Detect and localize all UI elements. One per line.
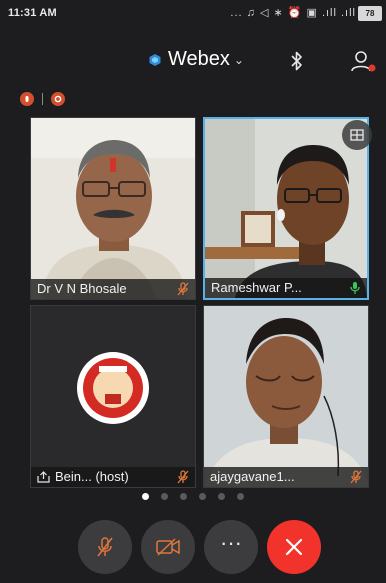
participant-name-bar: ajaygavane1... [204,467,368,487]
status-time: 11:31 AM [8,7,57,19]
video-off-icon [156,538,180,556]
video-tile[interactable]: Dr V N Bhosale [30,117,196,300]
mic-muted-icon [177,470,189,484]
page-dot[interactable] [199,493,206,500]
participant-name-bar: Rameshwar P... [205,278,367,298]
app-switcher[interactable]: Webex ⌄ [148,48,244,71]
participant-video [205,119,367,298]
end-call-button[interactable] [267,520,321,574]
page-dot[interactable] [218,493,225,500]
video-tile-active-speaker[interactable]: Rameshwar P... [203,117,369,300]
video-button[interactable] [141,520,195,574]
page-dot[interactable] [161,493,168,500]
participant-video [31,118,195,299]
divider [42,93,43,105]
mic-active-icon [350,282,360,294]
app-name: Webex [168,48,230,70]
grid-layout-icon [350,129,364,141]
more-icon: ··· [220,530,242,555]
mic-muted-icon [350,470,362,484]
participant-name: Dr V N Bhosale [37,281,127,296]
page-dot[interactable] [237,493,244,500]
meeting-header: Webex ⌄ [0,40,386,82]
mute-button[interactable] [78,520,132,574]
chevron-down-icon: ⌄ [233,52,244,67]
layout-switch-button[interactable] [342,120,372,150]
participant-name-bar: Dr V N Bhosale [31,279,195,299]
webex-meeting-screen: 11:31 AM ... ♫ ◁ ∗ ⏰ ▣ .ıll .ıll 78 Webe… [0,0,386,583]
status-indicators: ... ♫ ◁ ∗ ⏰ ▣ .ıll .ıll [230,7,356,19]
video-tile[interactable]: ajaygavane1... [203,305,369,488]
webex-logo-icon [149,53,161,66]
participants-icon[interactable] [351,50,377,74]
participant-name: ajaygavane1... [210,469,295,484]
page-dot-active[interactable] [142,493,149,500]
close-icon [285,538,303,556]
recording-icon [20,92,34,106]
mic-muted-icon [177,282,189,296]
mic-muted-icon [97,537,113,557]
bluetooth-icon[interactable] [289,50,305,72]
participant-name-bar: Bein... (host) [31,467,195,487]
host-avatar-logo [77,352,149,424]
participant-name: Bein... (host) [55,469,129,484]
battery-icon: 78 [358,6,382,21]
share-screen-icon [37,471,50,483]
status-bar: 11:31 AM ... ♫ ◁ ∗ ⏰ ▣ .ıll .ıll 78 [0,0,386,28]
more-button[interactable]: ··· [204,520,258,574]
participant-video [204,306,368,487]
page-indicator [0,493,386,500]
page-dot[interactable] [180,493,187,500]
recording-indicators [20,92,65,106]
participant-name: Rameshwar P... [211,280,302,295]
video-tile-host[interactable]: Bein... (host) [30,305,196,488]
recording-icon [51,92,65,106]
